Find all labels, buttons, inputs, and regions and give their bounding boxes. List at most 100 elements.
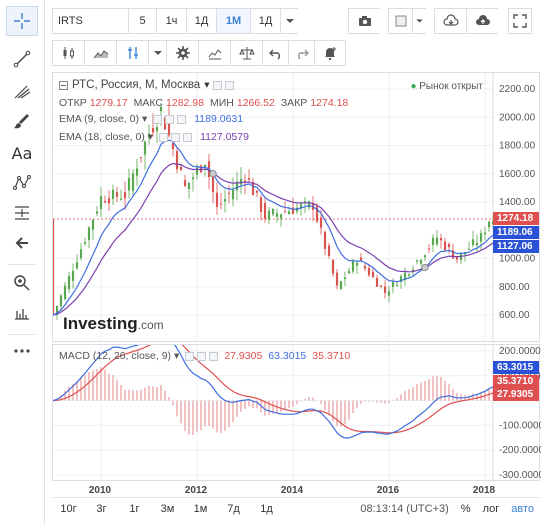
auto-toggle[interactable]: авто [505,503,540,515]
scales-icon[interactable] [230,40,262,66]
redo-icon[interactable] [288,40,314,66]
candle-body [211,177,215,193]
arrow-left-icon[interactable] [6,228,38,258]
camera-icon[interactable] [348,8,380,34]
chevron-down-icon[interactable]: ▾ [204,79,209,91]
open-label: ОТКР [59,97,87,109]
range-3m[interactable]: 3м [151,503,184,515]
candle-body [187,182,191,189]
ema18-label: EMA (18, close, 0) [59,131,145,143]
candle-body [319,217,323,228]
log-toggle[interactable]: лог [477,503,506,515]
chevron-down-icon[interactable] [148,40,166,66]
candle-body [331,259,335,274]
candle-body [139,157,143,159]
candles-icon[interactable] [52,40,84,66]
ema18-legend[interactable]: EMA (18, close, 0) ▾ 1127.0579 [59,131,255,143]
close-icon[interactable] [183,132,193,142]
interval-1h[interactable]: 1ч [156,8,186,34]
macd-label: MACD (12, 26, close, 9) [59,350,172,362]
candle-body [199,165,203,173]
color-swatch-icon[interactable] [388,8,412,34]
candle-body [475,243,479,246]
eye-icon[interactable] [153,114,163,124]
settings-icon[interactable] [197,351,207,361]
collapse-icon[interactable] [59,80,68,90]
macd-pane[interactable]: 200.0000100.0000-100.0000-200.0000-300.0… [52,344,541,482]
interval-dropdown-value[interactable]: 1Д [250,8,280,34]
eye-icon[interactable] [212,80,222,90]
measure-icon[interactable] [6,298,38,328]
candle-body [231,189,235,200]
candle-body [359,257,363,261]
candle-body [287,211,291,215]
compare-icon[interactable] [116,40,148,66]
candle-body [395,285,399,287]
chart-title-row: РТС, Россия, М, Москва ▾ [59,79,234,91]
alert-icon[interactable] [314,40,346,66]
cloud-download-icon[interactable] [434,8,466,34]
ohlc-row: ОТКР 1279.17 МАКС 1282.98 МИН 1266.52 ЗА… [59,97,354,109]
pitchfork-icon[interactable] [6,76,38,106]
logo-suffix: .com [137,318,164,332]
candle-body [243,180,247,182]
more-icon[interactable] [6,336,38,366]
chevron-down-icon[interactable] [280,8,298,34]
candle-body [95,211,99,214]
percent-toggle[interactable]: % [455,503,477,515]
ema9-legend[interactable]: EMA (9, close, 0) ▾ 1189.0631 [59,113,249,125]
candle-body [343,277,347,280]
pattern-icon[interactable] [6,168,38,198]
price-tag-close: 1274.18 [493,212,539,225]
price-tag-ema9: 1189.06 [493,226,539,239]
candle-body [467,248,471,250]
text-tool-label: Aa [11,143,33,163]
interval-5[interactable]: 5 [128,8,156,34]
range-10y[interactable]: 10г [52,503,85,515]
zoom-icon[interactable] [6,268,38,298]
candle-body [255,190,259,193]
clock-text: 08:13:14 (UTC+3) [360,502,449,515]
time-axis: 2010 2012 2014 2016 2018 [89,485,496,496]
candle-body [215,192,219,207]
settings-icon[interactable] [171,132,181,142]
eye-icon[interactable] [159,132,169,142]
candle-body [63,285,67,300]
close-icon[interactable] [177,114,187,124]
range-3y[interactable]: 3г [85,503,118,515]
fibonacci-icon[interactable] [6,198,38,228]
candle-body [107,198,111,204]
interval-1m[interactable]: 1М [216,8,250,34]
trendline-icon[interactable] [6,44,38,74]
text-icon[interactable]: Aa [6,138,38,168]
range-1y[interactable]: 1г [118,503,151,515]
interval-1d[interactable]: 1Д [186,8,216,34]
settings-icon[interactable] [224,80,234,90]
eye-icon[interactable] [185,351,195,361]
area-chart-icon[interactable] [84,40,116,66]
gear-icon[interactable] [166,40,198,66]
settings-icon[interactable] [165,114,175,124]
close-icon[interactable] [209,351,219,361]
candle-body [291,207,295,215]
range-7d[interactable]: 7д [217,503,250,515]
fullscreen-icon[interactable] [508,8,532,34]
candle-body [323,231,327,249]
price-tick-label: 2200.00 [499,84,536,95]
cloud-upload-icon[interactable] [466,8,498,34]
range-1m[interactable]: 1м [184,503,217,515]
range-1d[interactable]: 1д [250,503,283,515]
macd-legend[interactable]: MACD (12, 26, close, 9) ▾ 27.9305 63.301… [59,350,356,362]
symbol-input[interactable]: IRTS [52,8,128,34]
brush-icon[interactable] [6,106,38,136]
price-pane[interactable]: 2200.00 2000.00 1800.00 1600.00 1400.00 1000.… [52,72,540,343]
year-label: 2016 [377,485,400,496]
indicators-icon[interactable] [198,40,230,66]
year-label: 2018 [473,485,496,496]
crosshair-icon[interactable] [6,6,38,36]
price-tick-label: 1000.00 [499,254,536,265]
undo-icon[interactable] [262,40,288,66]
candle-body [99,196,103,210]
chevron-down-icon[interactable] [412,8,426,34]
price-tick-label: 1600.00 [499,169,536,180]
